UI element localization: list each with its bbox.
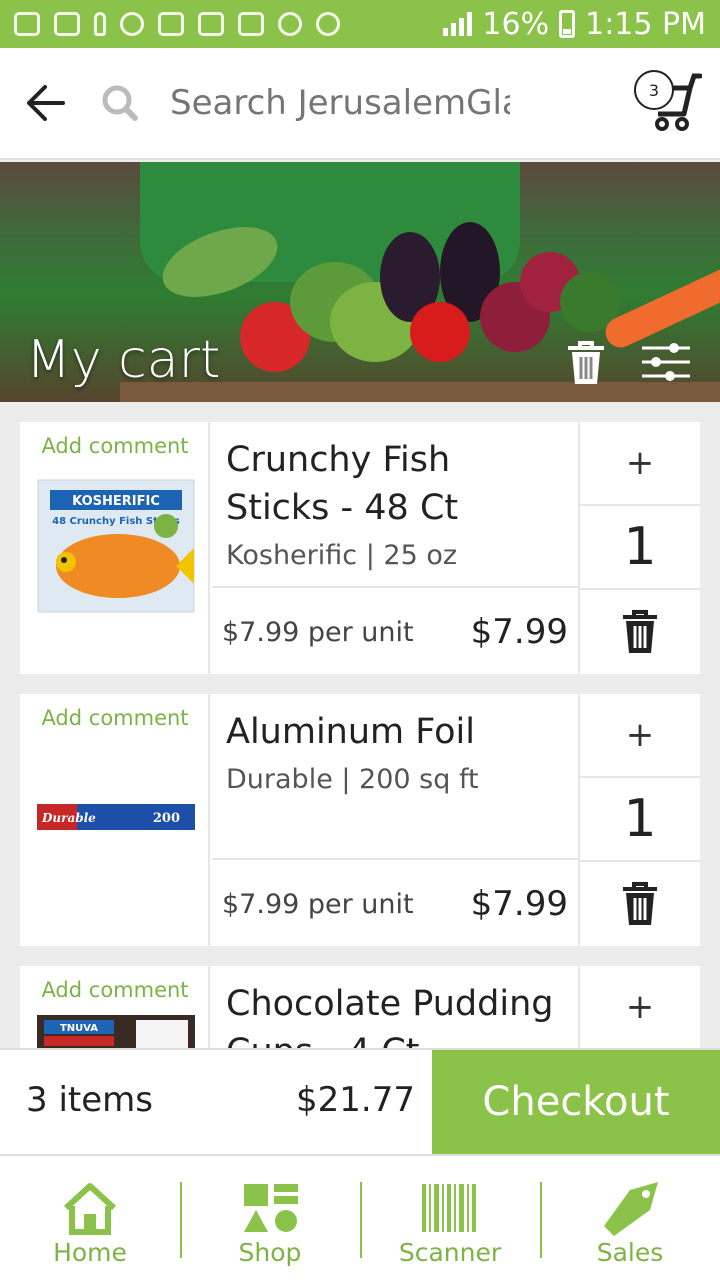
add-comment-link[interactable]: Add comment [20, 706, 210, 730]
add-comment-link[interactable]: Add comment [20, 978, 210, 1002]
mute-icon [278, 12, 302, 36]
product-label: 200 [153, 811, 180, 826]
hero-image-tomato [410, 302, 470, 362]
trash-icon [623, 610, 657, 653]
search-icon [90, 47, 150, 159]
shop-icon [244, 1184, 298, 1232]
tablet-icon [54, 12, 80, 36]
item-info[interactable]: Aluminum Foil Durable | 200 sq ft [212, 694, 578, 860]
increase-quantity-button[interactable]: + [580, 966, 700, 1048]
gmail-icon [158, 12, 184, 36]
checkout-bar: 3 items $21.77 Checkout [0, 1048, 720, 1154]
quantity-controls: + 1 [578, 422, 700, 674]
trash-icon [568, 341, 604, 384]
quantity-controls: + [578, 966, 700, 1048]
item-info[interactable]: Chocolate Pudding Cups - 4 Ct [212, 966, 578, 1048]
fish-sticks-product-image[interactable]: KOSHERIFIC 48 Crunchy Fish Sticks [36, 478, 196, 614]
image-icon [198, 12, 224, 36]
item-image-cell: Add comment Durable 200 [20, 694, 210, 946]
item-name: Chocolate Pudding Cups - 4 Ct [226, 984, 554, 1048]
hero-banner: My cart [0, 162, 720, 402]
item-price-row: $7.99 per unit $7.99 [212, 862, 578, 946]
add-comment-link[interactable]: Add comment [20, 434, 210, 458]
increase-quantity-button[interactable]: + [580, 422, 700, 506]
chat-icon [120, 12, 144, 36]
item-name: Crunchy Fish Sticks - 48 Ct [226, 440, 459, 528]
nav-label: Sales [596, 1238, 664, 1267]
remove-item-button[interactable] [580, 862, 700, 946]
cart-count-badge: 3 [634, 70, 674, 110]
cart-list[interactable]: Add comment KOSHERIFIC 48 Crunchy Fish S… [20, 422, 700, 1048]
message-icon [14, 12, 40, 36]
item-total: $7.99 [470, 884, 568, 924]
item-price-row: $7.99 per unit $7.99 [212, 590, 578, 674]
cart-item: Add comment KOSHERIFIC 48 Crunchy Fish S… [20, 422, 700, 674]
remove-item-button[interactable] [580, 590, 700, 674]
trash-icon [623, 882, 657, 925]
nav-label: Home [53, 1238, 127, 1267]
nav-label: Shop [238, 1238, 302, 1267]
signal-icon [443, 12, 473, 36]
battery-percent: 16% [482, 6, 550, 42]
nav-item-sales[interactable]: Sales [540, 1156, 720, 1280]
quantity-value: 1 [580, 506, 700, 590]
cart-button[interactable]: 3 [634, 66, 702, 142]
nav-item-home[interactable]: Home [0, 1156, 180, 1280]
item-name: Aluminum Foil [226, 712, 475, 752]
unit-price: $7.99 per unit [222, 888, 414, 920]
aluminum-foil-product-image[interactable]: Durable 200 [36, 800, 196, 834]
cart-item: Add comment Durable 200 Aluminum Foil Du… [20, 694, 700, 946]
back-button[interactable] [0, 47, 90, 159]
item-total: $7.99 [470, 612, 568, 652]
page-title: My cart [26, 330, 221, 390]
top-bar: 3 [0, 48, 720, 160]
wifi-icon [316, 12, 340, 36]
sale-tag-icon [604, 1182, 658, 1236]
cart-total: $21.77 [296, 1080, 415, 1120]
calendar-icon [238, 12, 264, 36]
quantity-controls: + 1 [578, 694, 700, 946]
nav-label: Scanner [398, 1238, 502, 1267]
cart-item: Add comment TNUVA Chocolate Pudding Cups… [20, 966, 700, 1048]
barcode-icon [422, 1184, 476, 1232]
bottom-nav: Home Shop Scanner Sales [0, 1154, 720, 1280]
clock: 1:15 PM [585, 6, 706, 42]
quantity-value: 1 [580, 778, 700, 862]
checkout-button[interactable]: Checkout [432, 1050, 720, 1154]
nav-item-scanner[interactable]: Scanner [360, 1156, 540, 1280]
product-brand: TNUVA [60, 1023, 98, 1034]
clear-cart-button[interactable] [566, 340, 606, 390]
item-image-cell: Add comment TNUVA [20, 966, 210, 1048]
item-subtitle: Kosherific | 25 oz [226, 540, 458, 571]
item-subtitle: Durable | 200 sq ft [226, 764, 479, 795]
product-brand: Durable [41, 811, 96, 825]
key-icon [94, 12, 106, 36]
item-image-cell: Add comment KOSHERIFIC 48 Crunchy Fish S… [20, 422, 210, 674]
battery-icon [559, 10, 576, 38]
unit-price: $7.99 per unit [222, 616, 414, 648]
item-count: 3 items [26, 1080, 153, 1120]
product-brand: KOSHERIFIC [72, 494, 160, 509]
sliders-icon [642, 343, 690, 381]
increase-quantity-button[interactable]: + [580, 694, 700, 778]
search-input[interactable] [170, 83, 510, 123]
pudding-product-image[interactable]: TNUVA [36, 1014, 196, 1048]
notification-icons [14, 12, 443, 36]
filter-button[interactable] [640, 342, 692, 386]
item-info[interactable]: Crunchy Fish Sticks - 48 Ct Kosherific |… [212, 422, 578, 588]
nav-item-shop[interactable]: Shop [180, 1156, 360, 1280]
back-arrow-icon [27, 85, 65, 121]
home-icon [63, 1183, 117, 1235]
status-bar: 16% 1:15 PM [0, 0, 720, 48]
